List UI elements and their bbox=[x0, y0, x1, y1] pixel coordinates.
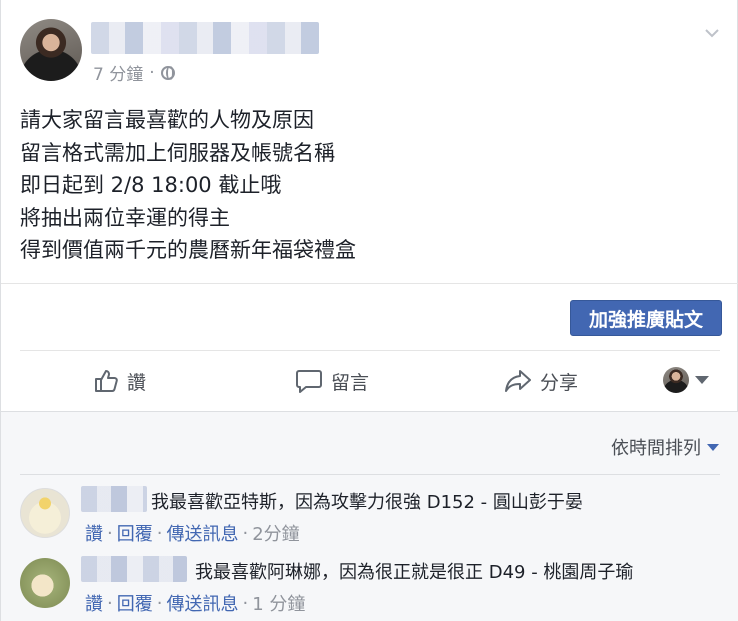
divider bbox=[20, 474, 720, 475]
action-bar: 讚 留言 分享 bbox=[1, 352, 738, 410]
separator: · bbox=[107, 522, 113, 544]
comment-button[interactable]: 留言 bbox=[295, 352, 369, 410]
separator: · bbox=[242, 592, 249, 614]
divider bbox=[20, 350, 720, 351]
post-line: 請大家留言最喜歡的人物及原因 bbox=[20, 108, 314, 132]
caret-down-icon bbox=[695, 376, 709, 384]
comment-like-link[interactable]: 讚 bbox=[85, 590, 103, 616]
share-button[interactable]: 分享 bbox=[504, 352, 578, 410]
post-line: 即日起到 2/8 18:00 截止哦 bbox=[20, 173, 282, 197]
like-label: 讚 bbox=[127, 371, 147, 394]
meta-separator: · bbox=[149, 62, 155, 83]
post-line: 得到價值兩千元的農曆新年福袋禮盒 bbox=[20, 238, 356, 262]
sort-label: 依時間排列 bbox=[611, 438, 701, 459]
comment-text: 我最喜歡阿琳娜，因為很正就是很正 D49 - 桃園周子瑜 bbox=[195, 562, 634, 583]
comment-text: 我最喜歡亞特斯，因為攻擊力很強 D152 - 圓山彭于晏 bbox=[151, 492, 583, 513]
separator: · bbox=[156, 592, 163, 614]
caret-down-icon bbox=[707, 443, 719, 451]
boost-post-button[interactable]: 加強推廣貼文 bbox=[570, 300, 722, 336]
chevron-down-icon[interactable] bbox=[703, 24, 721, 42]
comment-message-link[interactable]: 傳送訊息 bbox=[166, 590, 238, 616]
post-time[interactable]: 7 分鐘 bbox=[93, 60, 143, 85]
like-button[interactable]: 讚 bbox=[93, 352, 146, 410]
commenter-avatar[interactable] bbox=[20, 558, 70, 608]
comment-label: 留言 bbox=[331, 371, 370, 394]
post-line: 留言格式需加上伺服器及帳號名稱 bbox=[20, 140, 335, 165]
comment-time[interactable]: 2分鐘 bbox=[252, 520, 299, 546]
thumbs-up-icon bbox=[95, 370, 118, 392]
separator: · bbox=[156, 522, 163, 544]
post-meta: 7 分鐘 · bbox=[93, 60, 175, 85]
post-card: 7 分鐘 · 請大家留言最喜歡的人物及原因 留言格式需加上伺服器及帳號名稱 即日… bbox=[0, 0, 738, 621]
comment-time[interactable]: 1 分鐘 bbox=[252, 590, 305, 616]
comment-actions: 讚 · 回覆 · 傳送訊息 · 1 分鐘 bbox=[85, 590, 305, 616]
commenter-name-redacted[interactable] bbox=[81, 486, 147, 512]
separator: · bbox=[242, 522, 249, 544]
profile-avatar bbox=[663, 367, 689, 393]
comment-like-link[interactable]: 讚 bbox=[85, 520, 103, 546]
globe-icon[interactable] bbox=[160, 65, 175, 80]
comments-section: 依時間排列 我最喜歡亞特斯，因為攻擊力很強 D152 - 圓山彭于晏 讚 · 回… bbox=[1, 411, 738, 621]
divider bbox=[1, 283, 738, 284]
post-body: 請大家留言最喜歡的人物及原因 留言格式需加上伺服器及帳號名稱 即日起到 2/8 … bbox=[20, 104, 356, 267]
sort-dropdown[interactable]: 依時間排列 bbox=[611, 434, 719, 460]
separator: · bbox=[107, 592, 113, 614]
comment-reply-link[interactable]: 回覆 bbox=[117, 590, 153, 616]
comment-icon bbox=[296, 370, 322, 393]
post-line: 將抽出兩位幸運的得主 bbox=[20, 205, 230, 230]
profile-switcher[interactable] bbox=[663, 367, 709, 393]
share-icon bbox=[505, 370, 531, 392]
comment-reply-link[interactable]: 回覆 bbox=[117, 520, 153, 546]
author-avatar[interactable] bbox=[20, 19, 82, 81]
comment-message-link[interactable]: 傳送訊息 bbox=[166, 520, 238, 546]
commenter-avatar[interactable] bbox=[20, 488, 70, 538]
author-name-redacted[interactable] bbox=[91, 22, 319, 54]
share-label: 分享 bbox=[540, 371, 579, 394]
comment-actions: 讚 · 回覆 · 傳送訊息 · 2分鐘 bbox=[85, 520, 300, 546]
commenter-name-redacted[interactable] bbox=[81, 556, 187, 582]
